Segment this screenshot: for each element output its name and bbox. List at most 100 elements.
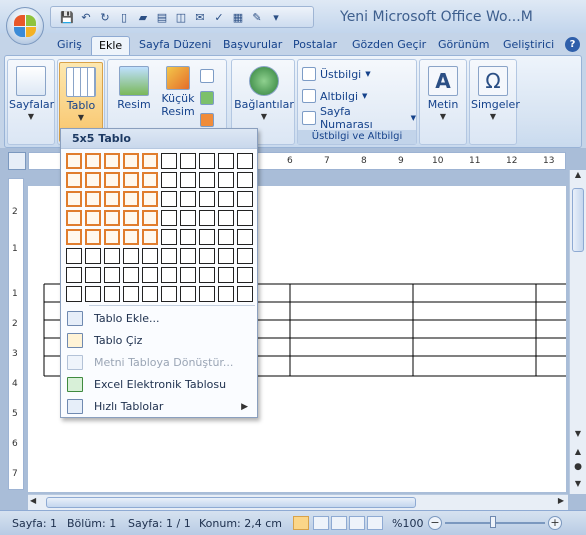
draft-view-icon[interactable] <box>367 516 383 530</box>
grid-cell[interactable] <box>237 153 253 169</box>
grid-cell[interactable] <box>237 248 253 264</box>
grid-cell[interactable] <box>218 172 234 188</box>
grid-cell[interactable] <box>85 191 101 207</box>
zoom-slider-thumb[interactable] <box>490 516 496 528</box>
grid-cell[interactable] <box>123 248 139 264</box>
grid-cell[interactable] <box>199 153 215 169</box>
page-number-button[interactable]: Sayfa Numarası ▼ <box>302 105 416 131</box>
grid-cell[interactable] <box>104 248 120 264</box>
help-icon[interactable]: ? <box>565 37 580 52</box>
grid-cell[interactable] <box>199 172 215 188</box>
previous-page-icon[interactable]: ▲ <box>570 447 586 456</box>
tab-gorunum[interactable]: Görünüm <box>431 36 496 55</box>
outline-view-icon[interactable] <box>349 516 365 530</box>
grid-cell[interactable] <box>85 210 101 226</box>
quick-tables-item[interactable]: Hızlı Tablolar ▶ <box>61 396 257 418</box>
grid-cell[interactable] <box>237 229 253 245</box>
excel-spreadsheet-item[interactable]: Excel Elektronik Tablosu <box>61 374 257 396</box>
grid-cell[interactable] <box>85 172 101 188</box>
smartart-button[interactable] <box>200 88 214 108</box>
grid-cell[interactable] <box>85 267 101 283</box>
vertical-scrollbar[interactable]: ▲ ▼ ▲ ● ▼ <box>569 170 586 494</box>
web-layout-icon[interactable] <box>331 516 347 530</box>
grid-cell[interactable] <box>142 172 158 188</box>
spelling-icon[interactable]: ✓ <box>211 9 227 25</box>
grid-cell[interactable] <box>180 286 196 302</box>
grid-cell[interactable] <box>66 210 82 226</box>
grid-cell[interactable] <box>180 229 196 245</box>
tab-ekle[interactable]: Ekle <box>91 36 131 55</box>
grid-cell[interactable] <box>66 229 82 245</box>
grid-cell[interactable] <box>123 286 139 302</box>
grid-cell[interactable] <box>180 172 196 188</box>
grid-cell[interactable] <box>85 153 101 169</box>
grid-cell[interactable] <box>237 210 253 226</box>
grid-cell[interactable] <box>104 267 120 283</box>
grid-cell[interactable] <box>180 191 196 207</box>
grid-cell[interactable] <box>237 267 253 283</box>
grid-cell[interactable] <box>142 153 158 169</box>
grid-cell[interactable] <box>142 267 158 283</box>
grid-cell[interactable] <box>66 172 82 188</box>
grid-cell[interactable] <box>142 248 158 264</box>
grid-cell[interactable] <box>237 172 253 188</box>
tab-selector[interactable] <box>8 152 26 170</box>
footer-button[interactable]: Altbilgi ▼ <box>302 86 367 106</box>
print-preview-icon[interactable]: ◫ <box>173 9 189 25</box>
grid-cell[interactable] <box>218 210 234 226</box>
grid-cell[interactable] <box>199 267 215 283</box>
grid-cell[interactable] <box>180 153 196 169</box>
open-icon[interactable]: ▰ <box>135 9 151 25</box>
chart-button[interactable] <box>200 110 214 130</box>
grid-cell[interactable] <box>199 229 215 245</box>
scroll-thumb[interactable] <box>572 188 584 252</box>
grid-cell[interactable] <box>85 248 101 264</box>
edit-icon[interactable]: ✎ <box>249 9 265 25</box>
browse-object-icon[interactable]: ● <box>570 462 586 472</box>
print-layout-view-icon[interactable] <box>293 516 309 530</box>
grid-cell[interactable] <box>218 267 234 283</box>
grid-cell[interactable] <box>180 248 196 264</box>
grid-cell[interactable] <box>104 153 120 169</box>
grid-cell[interactable] <box>142 229 158 245</box>
grid-cell[interactable] <box>66 286 82 302</box>
save-icon[interactable]: 💾 <box>59 9 75 25</box>
grid-cell[interactable] <box>123 229 139 245</box>
office-button[interactable] <box>6 7 44 45</box>
tab-gozden-gecir[interactable]: Gözden Geçir <box>345 36 433 55</box>
table-grid-picker[interactable] <box>66 153 256 303</box>
grid-cell[interactable] <box>123 210 139 226</box>
tab-gelistirici[interactable]: Geliştirici <box>496 36 561 55</box>
grid-cell[interactable] <box>104 172 120 188</box>
zoom-level[interactable]: %100 <box>392 517 423 530</box>
tab-basvurular[interactable]: Başvurular <box>216 36 289 55</box>
print-icon[interactable]: ▤ <box>154 9 170 25</box>
vertical-ruler[interactable]: 2 1 1 2 3 4 5 6 7 <box>8 178 24 490</box>
insert-table-item[interactable]: Tablo Ekle... <box>61 308 257 330</box>
grid-cell[interactable] <box>161 267 177 283</box>
scroll-down-arrow[interactable]: ▼ <box>570 429 586 438</box>
pages-button[interactable]: Sayfalar ▼ <box>9 62 54 142</box>
grid-cell[interactable] <box>66 153 82 169</box>
grid-cell[interactable] <box>180 267 196 283</box>
layout-icon[interactable]: ▦ <box>230 9 246 25</box>
grid-cell[interactable] <box>85 286 101 302</box>
customize-toolbar-icon[interactable]: ▾ <box>268 9 284 25</box>
grid-cell[interactable] <box>104 210 120 226</box>
grid-cell[interactable] <box>218 286 234 302</box>
zoom-out-icon[interactable]: − <box>428 516 442 530</box>
grid-cell[interactable] <box>123 153 139 169</box>
grid-cell[interactable] <box>66 191 82 207</box>
tab-postalar[interactable]: Postalar <box>286 36 344 55</box>
grid-cell[interactable] <box>161 248 177 264</box>
email-icon[interactable]: ✉ <box>192 9 208 25</box>
grid-cell[interactable] <box>66 248 82 264</box>
scroll-up-arrow[interactable]: ▲ <box>570 170 586 186</box>
shapes-button[interactable] <box>200 66 214 86</box>
zoom-in-icon[interactable]: + <box>548 516 562 530</box>
grid-cell[interactable] <box>104 229 120 245</box>
scroll-left-arrow[interactable]: ◀ <box>30 496 36 505</box>
grid-cell[interactable] <box>161 153 177 169</box>
full-screen-reading-icon[interactable] <box>313 516 329 530</box>
grid-cell[interactable] <box>199 210 215 226</box>
